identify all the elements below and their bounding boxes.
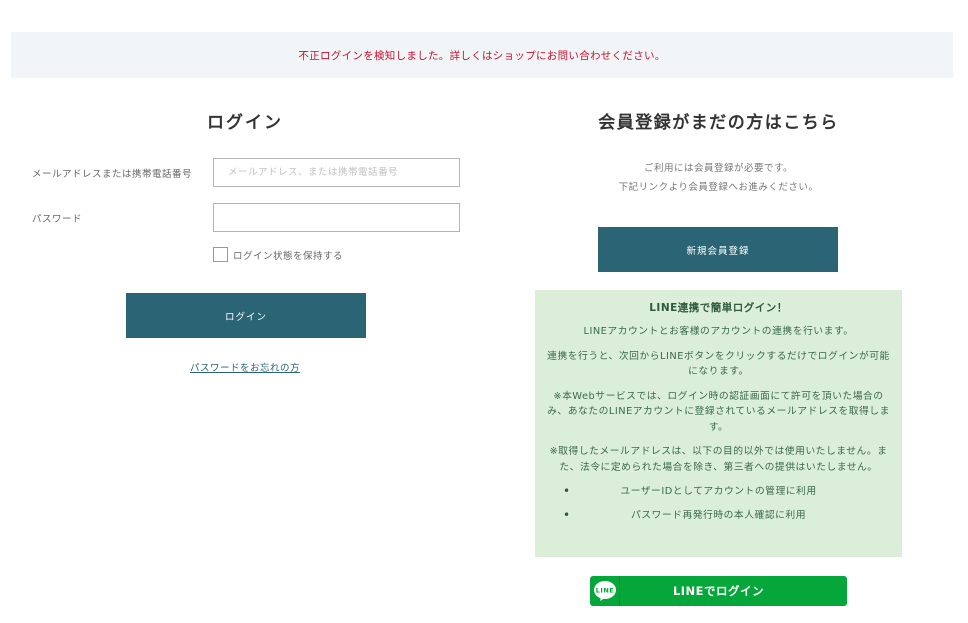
forgot-password-container: パスワードをお忘れの方: [0, 356, 490, 375]
id-input[interactable]: [213, 158, 460, 187]
list-item: • パスワード再発行時の本人確認に利用: [545, 508, 892, 524]
line-purpose-list: • ユーザーIDとしてアカウントの管理に利用 • パスワード再発行時の本人確認に…: [545, 484, 892, 524]
line-para-3: ※本Webサービスでは、ログイン時の認証画面にて許可を頂いた場合のみ、あなたのL…: [547, 390, 890, 433]
remember-me[interactable]: ログイン状態を保持する: [213, 247, 343, 262]
register-section: 会員登録がまだの方はこちら ご利用には会員登録が必要です。 下記リンクより会員登…: [535, 0, 902, 623]
bullet-icon: •: [563, 508, 571, 522]
password-input[interactable]: [213, 203, 460, 232]
forgot-password-link[interactable]: パスワードをお忘れの方: [190, 363, 300, 374]
login-section: ログイン メールアドレスまたは携帯電話番号 パスワード ログイン状態を保持する …: [0, 0, 490, 623]
register-note-line-1: ご利用には会員登録が必要です。: [643, 163, 794, 174]
id-label: メールアドレスまたは携帯電話番号: [32, 169, 193, 180]
line-logo-icon: LINE: [590, 576, 620, 606]
remember-label: ログイン状態を保持する: [233, 250, 344, 262]
line-info-box: LINE連携で簡単ログイン！ LINEアカウントとお客様のアカウントの連携を行い…: [535, 290, 902, 557]
line-logo-text: LINE: [595, 587, 613, 595]
line-purpose-1: ユーザーIDとしてアカウントの管理に利用: [620, 486, 817, 497]
bullet-icon: •: [563, 484, 571, 498]
line-login-label: LINEでログイン: [672, 584, 765, 598]
login-title: ログイン: [207, 113, 283, 133]
line-box-title: LINE連携で簡単ログイン！: [649, 302, 788, 314]
register-note-line-2: 下記リンクより会員登録へお進みください。: [618, 182, 819, 193]
register-note: ご利用には会員登録が必要です。 下記リンクより会員登録へお進みください。: [535, 159, 902, 197]
line-login-button[interactable]: LINE LINEでログイン: [590, 576, 847, 606]
line-para-2: 連携を行うと、次回からLINEボタンをクリックするだけでログインが可能になります…: [547, 350, 890, 378]
line-para-1: LINEアカウントとお客様のアカウントの連携を行います。: [583, 326, 854, 337]
line-purpose-2: パスワード再発行時の本人確認に利用: [630, 510, 807, 521]
line-para-4: ※取得したメールアドレスは、以下の目的以外では使用いたしません。また、法令に定め…: [549, 446, 888, 473]
remember-checkbox[interactable]: [213, 247, 228, 262]
password-label: パスワード: [32, 214, 83, 225]
register-button[interactable]: 新規会員登録: [598, 227, 838, 272]
login-button[interactable]: ログイン: [126, 293, 366, 338]
line-logo-svg: LINE: [593, 581, 616, 601]
list-item: • ユーザーIDとしてアカウントの管理に利用: [545, 484, 892, 500]
register-title: 会員登録がまだの方はこちら: [598, 113, 839, 133]
